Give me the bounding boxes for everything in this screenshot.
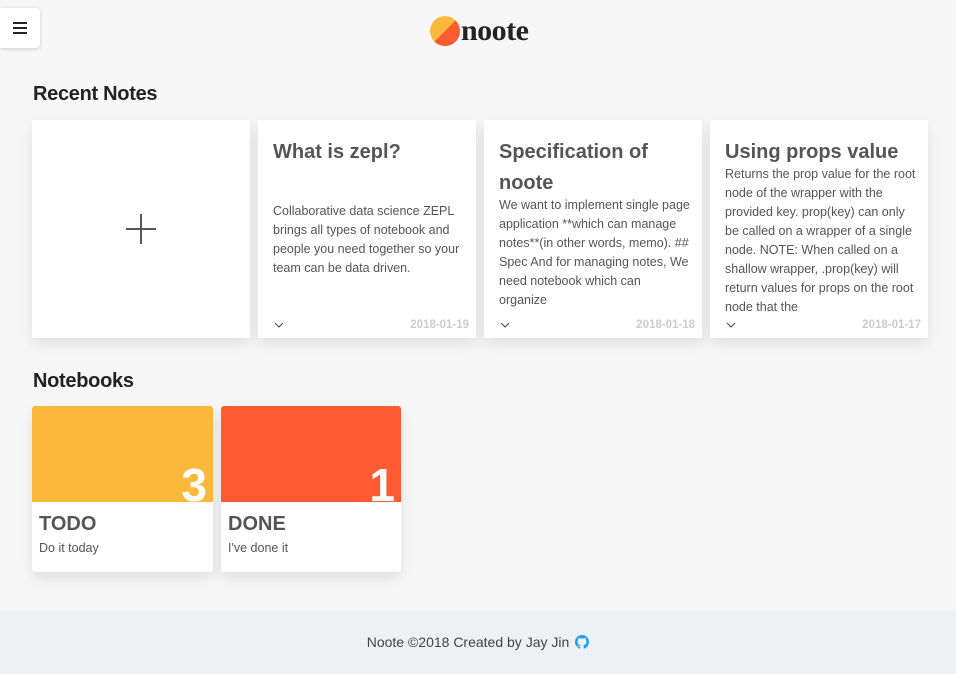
footer-text: Noote ©2018 Created by Jay Jin bbox=[366, 634, 570, 650]
chevron-down-icon[interactable] bbox=[273, 320, 285, 330]
logo-mark-icon bbox=[430, 16, 460, 46]
menu-button[interactable] bbox=[0, 8, 40, 48]
notebook-name: TODO bbox=[39, 513, 97, 535]
notebook-description: Do it today bbox=[39, 541, 99, 555]
note-date: 2018-01-17 bbox=[862, 319, 921, 331]
notebooks-heading: Notebooks bbox=[33, 370, 134, 392]
recent-notes-heading: Recent Notes bbox=[33, 83, 158, 105]
footer: Noote ©2018 Created by Jay Jin bbox=[0, 610, 956, 674]
notebook-count: 1 bbox=[369, 459, 395, 511]
chevron-down-icon[interactable] bbox=[725, 320, 737, 330]
logo-text: noote bbox=[461, 14, 529, 47]
note-card[interactable]: What is zepl? Collaborative data science… bbox=[258, 120, 476, 338]
add-note-card[interactable] bbox=[32, 120, 250, 338]
plus-icon bbox=[126, 214, 156, 244]
chevron-down-icon[interactable] bbox=[499, 320, 511, 330]
notebook-description: I've done it bbox=[228, 541, 289, 555]
note-date: 2018-01-19 bbox=[410, 319, 469, 331]
app-logo[interactable]: noote bbox=[430, 14, 529, 48]
note-body: We want to implement single page applica… bbox=[499, 198, 690, 307]
hamburger-icon bbox=[13, 22, 27, 34]
note-title: Using props value bbox=[725, 141, 899, 163]
note-body: Returns the prop value for the root node… bbox=[725, 167, 916, 314]
notebook-color-block: 1 bbox=[221, 406, 401, 508]
note-date: 2018-01-18 bbox=[636, 319, 695, 331]
notebook-count: 3 bbox=[181, 459, 207, 511]
notebook-color-block: 3 bbox=[32, 406, 213, 508]
note-title: What is zepl? bbox=[273, 141, 401, 163]
notebook-name: DONE bbox=[228, 513, 286, 535]
note-card[interactable]: Specification of noote We want to implem… bbox=[484, 120, 702, 338]
note-body: Collaborative data science ZEPL brings a… bbox=[273, 204, 460, 275]
note-title: Specification of noote bbox=[499, 141, 648, 194]
notebook-card-todo[interactable]: 3 TODO Do it today bbox=[32, 406, 213, 572]
github-icon[interactable] bbox=[575, 635, 590, 649]
notebook-card-done[interactable]: 1 DONE I've done it bbox=[221, 406, 401, 572]
note-card[interactable]: Using props value Returns the prop value… bbox=[710, 120, 928, 338]
